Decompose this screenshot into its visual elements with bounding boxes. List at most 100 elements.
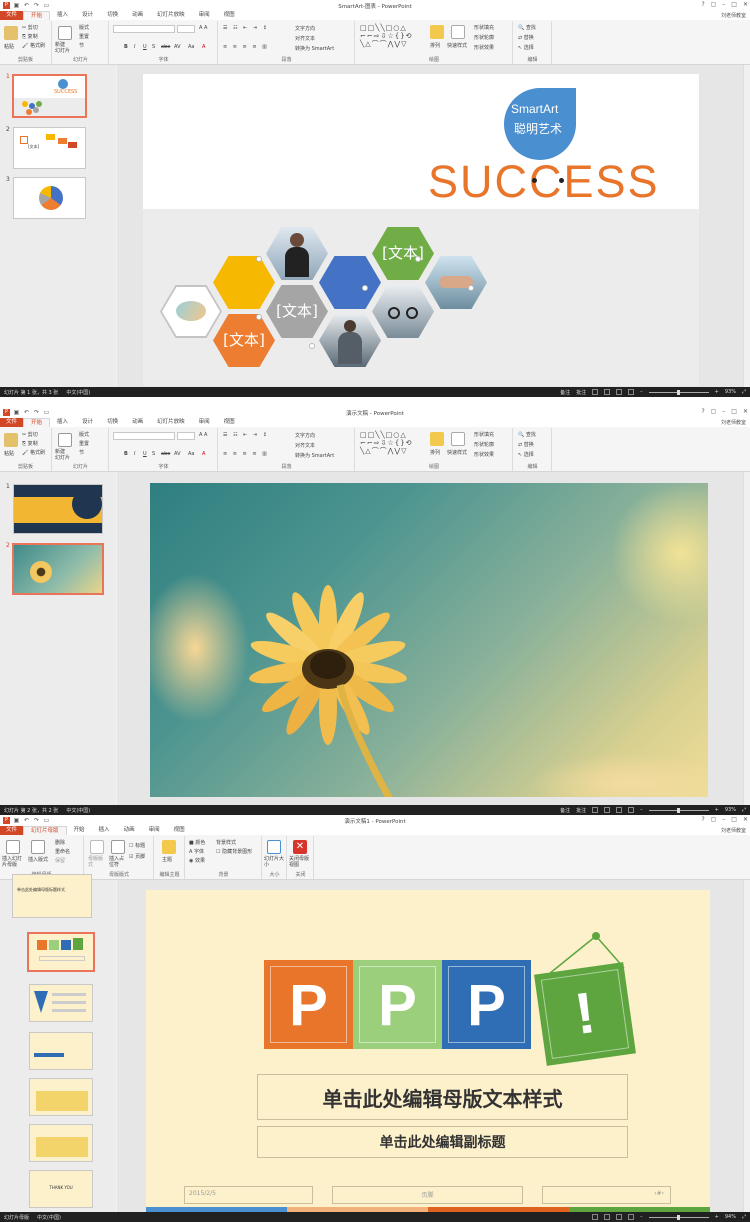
fit-slide-icon[interactable]: ⤢: [742, 1214, 746, 1220]
slide-thumbnail-2[interactable]: [文本]: [13, 127, 86, 169]
insert-layout-button[interactable]: 插入版式: [28, 856, 48, 863]
zoom-slider[interactable]: [648, 1214, 709, 1220]
font-color-button[interactable]: A: [202, 451, 205, 457]
convert-smartart-button[interactable]: 转换为 SmartArt: [295, 452, 334, 459]
maximize-button[interactable]: □: [731, 408, 737, 415]
tab-review[interactable]: 审阅: [142, 826, 167, 835]
font-name-box[interactable]: [113, 25, 175, 33]
user-name[interactable]: 刘老师教室: [721, 827, 746, 834]
zoom-out-button[interactable]: –: [640, 389, 643, 395]
grow-font-button[interactable]: A A: [199, 432, 207, 438]
normal-view-button[interactable]: [592, 389, 599, 395]
layout-thumbnail-3[interactable]: [29, 1032, 93, 1070]
zoom-level[interactable]: 93%: [725, 807, 736, 813]
tab-slideshow[interactable]: 幻灯片放映: [150, 418, 192, 427]
list-buttons[interactable]: ☰ ☷ ⇤ ⇥ ↕: [223, 25, 269, 31]
slide-thumbnail-1[interactable]: [13, 484, 103, 534]
zoom-in-button[interactable]: +: [715, 807, 719, 813]
user-name[interactable]: 刘老师教室: [721, 419, 746, 426]
format-painter-button[interactable]: 🖌 格式刷: [22, 42, 45, 49]
ribbon-display-icon[interactable]: ▢: [711, 816, 717, 823]
new-slide-icon[interactable]: [58, 26, 72, 40]
replace-button[interactable]: ⇄ 替换: [518, 34, 534, 41]
tab-transitions[interactable]: 切换: [100, 418, 125, 427]
paste-button[interactable]: 粘贴: [4, 43, 14, 50]
slide-thumbnail-3[interactable]: [13, 177, 86, 219]
new-slide-button[interactable]: 新建 幻灯片: [55, 42, 70, 54]
reset-button[interactable]: 重置: [79, 440, 89, 447]
colors-button[interactable]: ■ 颜色: [189, 839, 205, 846]
zoom-slider[interactable]: [648, 807, 709, 813]
hide-background-checkbox[interactable]: ☐ 隐藏背景图形: [216, 848, 252, 855]
shapes-gallery[interactable]: □□╲╲□○△ ⌐⌐⇨⇩☆{}⟲ ╲△⌒⌒⋀⋁▽: [360, 431, 422, 455]
section-button[interactable]: 节: [79, 42, 84, 49]
slide-thumbnail-2[interactable]: [12, 543, 104, 595]
background-styles-button[interactable]: 背景样式: [216, 839, 236, 846]
shape-outline-button[interactable]: 形状轮廓: [474, 34, 494, 41]
format-painter-button[interactable]: 🖌 格式刷: [22, 449, 45, 456]
sorter-view-button[interactable]: [604, 389, 611, 395]
title-checkbox[interactable]: ☐ 标题: [129, 842, 145, 849]
slide-thumbnail-1[interactable]: SUCCESS: [12, 74, 87, 118]
convert-smartart-button[interactable]: 转换为 SmartArt: [295, 45, 334, 52]
change-case-button[interactable]: Aa: [188, 44, 194, 50]
maximize-button[interactable]: □: [731, 1, 737, 8]
text-direction-button[interactable]: 文字方向: [295, 432, 315, 439]
zoom-slider[interactable]: [648, 389, 709, 395]
master-thumbnail-top[interactable]: 单击此处编辑母版标题样式: [12, 874, 92, 918]
shape-fill-button[interactable]: 形状填充: [474, 431, 494, 438]
notes-button[interactable]: 备注: [560, 389, 570, 396]
reading-view-button[interactable]: [616, 807, 623, 813]
slideshow-view-button[interactable]: [628, 1214, 635, 1220]
minimize-button[interactable]: –: [722, 1, 725, 8]
layout-thumbnail-2[interactable]: [29, 984, 93, 1022]
user-name[interactable]: 刘老师教室: [721, 12, 746, 19]
layout-thumbnail-1[interactable]: [27, 932, 95, 972]
font-size-box[interactable]: [177, 432, 195, 440]
notes-button[interactable]: 备注: [560, 807, 570, 814]
vertical-scrollbar[interactable]: [743, 472, 750, 805]
subtitle-placeholder[interactable]: 单击此处编辑副标题: [257, 1126, 628, 1158]
rename-button[interactable]: 重命名: [55, 848, 70, 855]
close-button[interactable]: ✕: [743, 1, 748, 8]
replace-button[interactable]: ⇄ 替换: [518, 441, 534, 448]
close-master-icon[interactable]: ✕: [293, 840, 307, 854]
tab-file[interactable]: 文件: [0, 418, 24, 427]
master-layout-button[interactable]: 母版版式: [88, 856, 106, 868]
tab-insert[interactable]: 插入: [92, 826, 117, 835]
zoom-out-button[interactable]: –: [640, 807, 643, 813]
bold-button[interactable]: B: [124, 451, 128, 457]
slide-canvas-2[interactable]: [150, 483, 708, 797]
themes-button[interactable]: 主题: [162, 856, 172, 863]
italic-button[interactable]: I: [134, 451, 135, 457]
tab-review[interactable]: 审阅: [192, 418, 217, 427]
comments-button[interactable]: 批注: [576, 389, 586, 396]
tab-review[interactable]: 审阅: [192, 11, 217, 20]
arrange-icon[interactable]: [430, 432, 444, 446]
normal-view-button[interactable]: [592, 1214, 599, 1220]
fit-slide-icon[interactable]: ⤢: [742, 807, 746, 813]
tab-view[interactable]: 视图: [217, 11, 242, 20]
close-master-view-button[interactable]: 关闭母版视图: [289, 856, 313, 868]
font-size-box[interactable]: [177, 25, 195, 33]
footer-placeholder[interactable]: 页脚: [332, 1186, 523, 1204]
language-status[interactable]: 中文(中国): [66, 807, 90, 814]
copy-button[interactable]: ⎘ 复制: [22, 440, 38, 447]
insert-placeholder-button[interactable]: 插入占位符: [109, 856, 127, 868]
layout-button[interactable]: 版式: [79, 24, 89, 31]
vertical-scrollbar[interactable]: [743, 65, 750, 387]
tab-transitions[interactable]: 切换: [100, 11, 125, 20]
normal-view-button[interactable]: [592, 807, 599, 813]
zoom-out-button[interactable]: –: [640, 1214, 643, 1220]
insert-placeholder-icon[interactable]: [111, 840, 125, 854]
font-name-box[interactable]: [113, 432, 175, 440]
maximize-button[interactable]: □: [731, 816, 737, 823]
text-direction-button[interactable]: 文字方向: [295, 25, 315, 32]
vertical-scrollbar[interactable]: [743, 880, 750, 1212]
date-placeholder[interactable]: 2015/2/5: [184, 1186, 313, 1204]
change-case-button[interactable]: Aa: [188, 451, 194, 457]
cut-button[interactable]: ✂ 剪切: [22, 24, 38, 31]
sorter-view-button[interactable]: [604, 1214, 611, 1220]
shapes-gallery[interactable]: □□╲╲□○△ ⌐⌐⇨⇩☆{}⟲ ╲△⌒⌒⋀⋁▽: [360, 24, 422, 48]
align-buttons[interactable]: ≡ ≡ ≡ ≡ ▥: [223, 451, 269, 457]
